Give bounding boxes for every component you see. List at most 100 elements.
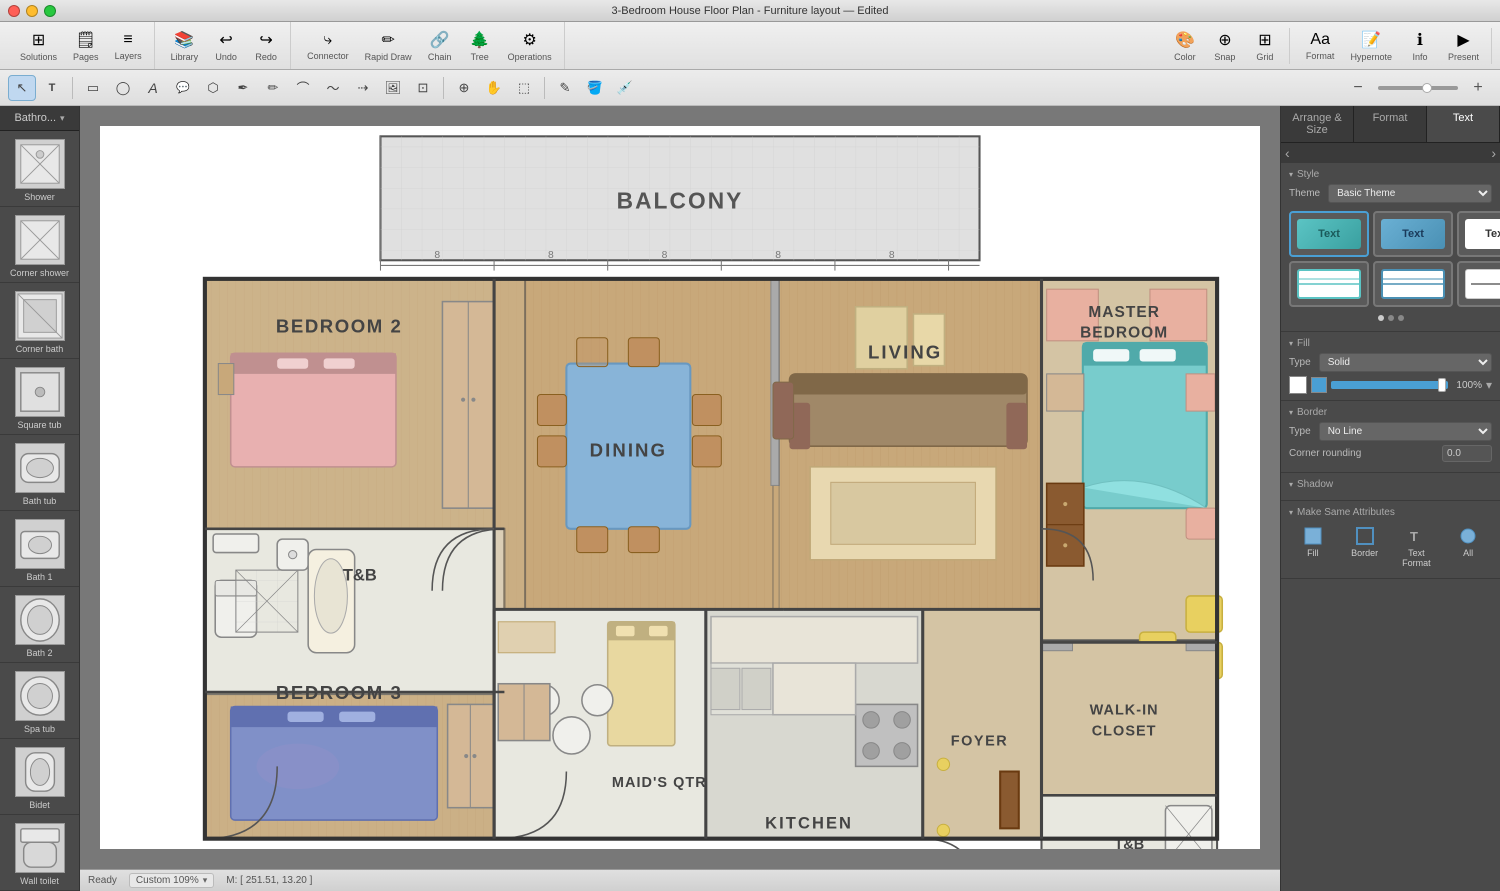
eyedrop-tool[interactable]: 💉: [611, 75, 639, 101]
solutions-button[interactable]: ⊞ Solutions: [14, 28, 63, 64]
fill-type-row: Type Solid: [1289, 353, 1492, 372]
fill-opacity-bar[interactable]: [1331, 381, 1448, 389]
style-opt-teal[interactable]: Text: [1289, 211, 1369, 257]
fill-options-button[interactable]: ▾: [1486, 378, 1492, 392]
hypernote-button[interactable]: 📝 Hypernote: [1344, 28, 1398, 64]
speech-bubble-tool[interactable]: 💬: [169, 75, 197, 101]
connector-button[interactable]: ⤷ Connector: [301, 29, 355, 63]
fill-color-swatch[interactable]: [1289, 376, 1307, 394]
arc-tool[interactable]: ⌒: [289, 75, 317, 101]
zoom-in-tool[interactable]: ⊕: [450, 75, 478, 101]
canvas-wrapper[interactable]: BALCONY 8 8 8 8 8: [80, 106, 1280, 869]
tab-arrange-size[interactable]: Arrange & Size: [1281, 106, 1354, 142]
present-button[interactable]: ▶ Present: [1442, 28, 1485, 64]
format-label: Format: [1306, 51, 1335, 61]
panel-next-arrow[interactable]: ›: [1491, 145, 1496, 161]
shadow-section-title: Shadow: [1289, 479, 1492, 490]
grid-button[interactable]: ⊞ Grid: [1247, 28, 1283, 64]
layers-button[interactable]: ≡ Layers: [109, 29, 148, 63]
pen-tool[interactable]: ✒: [229, 75, 257, 101]
pencil-tool[interactable]: ✏: [259, 75, 287, 101]
canvas[interactable]: BALCONY 8 8 8 8 8: [100, 126, 1260, 849]
border-section: Border Type No Line Corner rounding: [1281, 401, 1500, 473]
panel-prev-arrow[interactable]: ‹: [1285, 145, 1290, 161]
attr-all-btn[interactable]: All: [1444, 522, 1492, 572]
edit-path-tool[interactable]: ✎: [551, 75, 579, 101]
sidebar-item-shower[interactable]: Shower: [0, 131, 79, 207]
redo-button[interactable]: ↪ Redo: [248, 28, 284, 64]
ellipse-tool[interactable]: ◯: [109, 75, 137, 101]
attr-text-format-btn[interactable]: T Text Format: [1393, 522, 1441, 572]
color-button[interactable]: 🎨 Color: [1167, 28, 1203, 64]
square-tub-icon: [15, 367, 65, 417]
tab-text[interactable]: Text: [1427, 106, 1500, 142]
zoom-out-button[interactable]: −: [1344, 75, 1372, 101]
zoom-slider[interactable]: [1378, 86, 1458, 90]
zoom-area-tool[interactable]: ⬚: [510, 75, 538, 101]
attr-text-format-label: Text Format: [1402, 548, 1431, 568]
corner-rounding-input[interactable]: [1442, 445, 1492, 462]
undo-button[interactable]: ↩ Undo: [208, 28, 244, 64]
zoom-selector[interactable]: Custom 109% ▾: [129, 873, 214, 888]
style-opt-plain[interactable]: [1457, 261, 1500, 307]
window-controls[interactable]: [8, 5, 56, 17]
maximize-button[interactable]: [44, 5, 56, 17]
image-tool[interactable]: 🖼: [379, 75, 407, 101]
sidebar-item-bath-tub[interactable]: Bath tub: [0, 435, 79, 511]
sidebar-item-corner-bath[interactable]: Corner bath: [0, 283, 79, 359]
rapid-draw-button[interactable]: ✏ Rapid Draw: [359, 28, 418, 64]
toolbar-group-view: 🎨 Color ⊕ Snap ⊞ Grid: [1161, 28, 1290, 64]
sidebar-item-square-tub[interactable]: Square tub: [0, 359, 79, 435]
snap-button[interactable]: ⊕ Snap: [1207, 28, 1243, 64]
operations-button[interactable]: ⚙ Operations: [502, 28, 558, 64]
dot-1: [1378, 315, 1384, 321]
pan-tool[interactable]: ✋: [480, 75, 508, 101]
border-type-select[interactable]: No Line: [1319, 422, 1492, 441]
svg-text:CLOSET: CLOSET: [1092, 723, 1157, 739]
polygon-tool[interactable]: ⬡: [199, 75, 227, 101]
tab-format[interactable]: Format: [1354, 106, 1427, 142]
attr-all-label: All: [1463, 548, 1473, 558]
format-button[interactable]: Aa Format: [1300, 29, 1341, 63]
info-button[interactable]: ℹ Info: [1402, 28, 1438, 64]
sidebar-category-header[interactable]: Bathro... ▾: [0, 106, 79, 131]
style-opt-outline-teal[interactable]: [1289, 261, 1369, 307]
attr-border-btn[interactable]: Border: [1341, 522, 1389, 572]
connector-tool[interactable]: ⇢: [349, 75, 377, 101]
freehand-tool[interactable]: 〜: [319, 75, 347, 101]
sidebar-item-wall-toilet[interactable]: Wall toilet: [0, 815, 79, 891]
sidebar-item-bidet[interactable]: Bidet: [0, 739, 79, 815]
operations-icon: ⚙: [523, 30, 537, 50]
zoom-in-button[interactable]: +: [1464, 75, 1492, 101]
sidebar-item-bath1[interactable]: Bath 1: [0, 511, 79, 587]
theme-row: Theme Basic Theme: [1289, 184, 1492, 203]
pages-button[interactable]: 🗒 Pages: [67, 28, 105, 64]
style-opt-blue[interactable]: Text: [1373, 211, 1453, 257]
opacity-slider-thumb: [1438, 378, 1446, 392]
crop-tool[interactable]: ⊡: [409, 75, 437, 101]
paint-tool[interactable]: 🪣: [581, 75, 609, 101]
svg-text:DINING: DINING: [590, 440, 667, 461]
theme-select[interactable]: Basic Theme: [1328, 184, 1492, 203]
close-button[interactable]: [8, 5, 20, 17]
style-opt-outline-blue[interactable]: [1373, 261, 1453, 307]
attr-border-icon: [1355, 526, 1375, 546]
fill-type-select[interactable]: Solid: [1319, 353, 1492, 372]
tree-button[interactable]: 🌲 Tree: [462, 28, 498, 64]
minimize-button[interactable]: [26, 5, 38, 17]
attr-fill-btn[interactable]: Fill: [1289, 522, 1337, 572]
sidebar-item-bath2[interactable]: Bath 2: [0, 587, 79, 663]
text-cursor-tool[interactable]: T: [38, 75, 66, 101]
sidebar-item-corner-shower[interactable]: Corner shower: [0, 207, 79, 283]
select-tool[interactable]: ↖: [8, 75, 36, 101]
present-label: Present: [1448, 52, 1479, 62]
chain-button[interactable]: 🔗 Chain: [422, 28, 458, 64]
style-opt-plain-box: [1465, 269, 1500, 299]
fill-gradient-swatch[interactable]: [1311, 377, 1327, 393]
style-opt-white[interactable]: Text: [1457, 211, 1500, 257]
undo-label: Undo: [215, 52, 237, 62]
rectangle-tool[interactable]: ▭: [79, 75, 107, 101]
library-button[interactable]: 📚 Library: [165, 28, 205, 64]
sidebar-item-spa-tub[interactable]: Spa tub: [0, 663, 79, 739]
text-tool[interactable]: A: [139, 75, 167, 101]
